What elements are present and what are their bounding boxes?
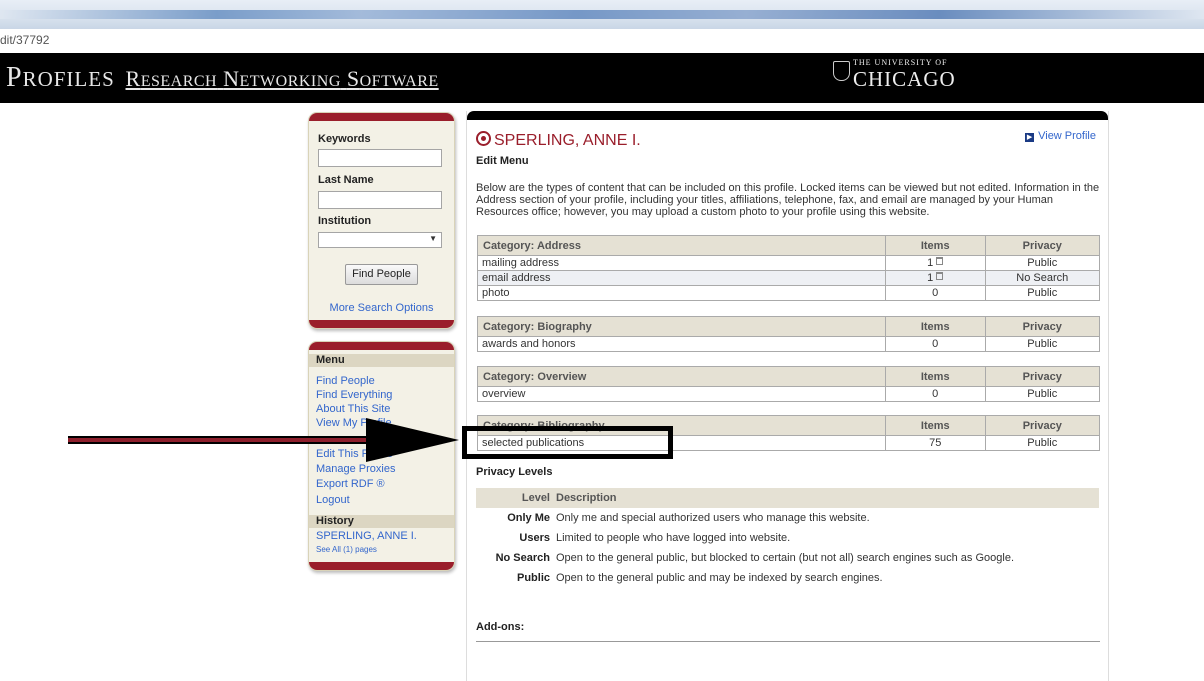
table-row[interactable]: mailing address 1 Public bbox=[477, 255, 1100, 271]
row-items: 0 bbox=[884, 386, 986, 402]
menu-find-everything[interactable]: Find Everything bbox=[316, 389, 392, 401]
annotation-highlight-box bbox=[462, 426, 673, 459]
row-label[interactable]: awards and honors bbox=[477, 336, 886, 352]
university-seal-icon bbox=[833, 61, 850, 81]
lastname-input[interactable] bbox=[318, 191, 442, 209]
edit-description: Below are the types of content that can … bbox=[476, 182, 1100, 218]
row-label[interactable]: email address bbox=[477, 270, 886, 286]
table-row[interactable]: overview 0 Public bbox=[477, 386, 1100, 402]
category-table-address: Category: Address Items Privacy mailing ad… bbox=[477, 235, 1100, 301]
institution-select[interactable]: ▼ bbox=[318, 232, 442, 248]
privacy-row: No Search Open to the general public, but… bbox=[495, 552, 1015, 564]
annotation-arrow-icon bbox=[366, 418, 459, 462]
category-heading: Category: Overview bbox=[477, 366, 886, 387]
privacy-levels-table: Level Description Only Me Only me and spec… bbox=[476, 488, 1099, 588]
table-row[interactable]: awards and honors 0 Public bbox=[477, 336, 1100, 352]
menu-manage-proxies[interactable]: Manage Proxies bbox=[316, 463, 396, 475]
items-header: Items bbox=[885, 415, 986, 436]
keywords-label: Keywords bbox=[318, 133, 371, 145]
main-content: SPERLING, ANNE I. ▶ View Profile Edit Men… bbox=[466, 111, 1109, 681]
category-table-overview: Category: Overview Items Privacy overview 0… bbox=[477, 366, 1100, 402]
privacy-header: Privacy bbox=[984, 415, 1101, 436]
dropdown-arrow-icon: ▼ bbox=[429, 234, 437, 243]
menu-logout[interactable]: Logout bbox=[316, 494, 350, 506]
uc-line-2: CHICAGO bbox=[853, 67, 956, 91]
row-privacy: Public bbox=[984, 435, 1101, 451]
description-header: Description bbox=[556, 488, 1099, 508]
see-all-link[interactable]: See All (1) pages bbox=[316, 545, 377, 554]
lock-icon bbox=[936, 272, 944, 280]
history-heading: History bbox=[309, 515, 454, 528]
url-text: dit/37792 bbox=[0, 33, 50, 47]
find-people-button[interactable]: Find People bbox=[345, 264, 418, 285]
lock-icon bbox=[936, 257, 944, 265]
profiles-logo[interactable]: PROFILES RESEARCH NETWORKING SOFTWARE bbox=[6, 62, 439, 94]
row-privacy: No Search bbox=[984, 270, 1100, 286]
addons-divider bbox=[476, 641, 1100, 642]
row-privacy: Public bbox=[984, 386, 1100, 402]
menu-find-people[interactable]: Find People bbox=[316, 375, 375, 387]
addons-heading: Add-ons: bbox=[476, 621, 525, 633]
page-title: SPERLING, ANNE I. bbox=[476, 131, 641, 150]
row-privacy: Public bbox=[984, 336, 1100, 352]
edit-menu-heading: Edit Menu bbox=[476, 155, 529, 167]
privacy-header: Privacy bbox=[984, 235, 1100, 256]
row-privacy: Public bbox=[984, 255, 1100, 271]
items-header: Items bbox=[884, 316, 986, 337]
row-label[interactable]: overview bbox=[477, 386, 886, 402]
row-privacy: Public bbox=[984, 285, 1100, 301]
category-table-biography: Category: Biography Items Privacy awards a… bbox=[477, 316, 1100, 352]
play-icon: ▶ bbox=[1025, 133, 1035, 142]
keywords-input[interactable] bbox=[318, 149, 442, 167]
table-row[interactable]: photo 0 Public bbox=[477, 285, 1100, 301]
more-search-options-link[interactable]: More Search Options bbox=[309, 302, 454, 314]
blurred-title bbox=[0, 10, 1204, 19]
items-header: Items bbox=[884, 366, 986, 387]
table-row[interactable]: email address 1 No Search bbox=[477, 270, 1100, 286]
uc-line-1: THE UNIVERSITY OF bbox=[853, 58, 948, 67]
lastname-label: Last Name bbox=[318, 174, 374, 186]
annotation-arrow-shaft bbox=[68, 436, 368, 444]
search-panel: Keywords Last Name Institution ▼ Find Pe… bbox=[308, 112, 455, 329]
privacy-row: Users Limited to people who have logged i… bbox=[519, 532, 791, 544]
privacy-header: Privacy bbox=[984, 316, 1100, 337]
site-header: PROFILES RESEARCH NETWORKING SOFTWARE TH… bbox=[0, 53, 1204, 103]
category-heading: Category: Biography bbox=[477, 316, 886, 337]
privacy-row: Public Open to the general public and may… bbox=[516, 572, 883, 584]
menu-heading: Menu bbox=[309, 354, 454, 367]
menu-export-rdf[interactable]: Export RDF ® bbox=[316, 478, 385, 490]
items-header: Items bbox=[884, 235, 986, 256]
row-items: 75 bbox=[885, 435, 986, 451]
menu-about-site[interactable]: About This Site bbox=[316, 403, 390, 415]
privacy-row: Only Me Only me and special authorized us… bbox=[507, 512, 870, 524]
institution-label: Institution bbox=[318, 215, 372, 227]
history-item[interactable]: SPERLING, ANNE I. bbox=[316, 530, 417, 542]
privacy-levels-heading: Privacy Levels bbox=[476, 466, 553, 478]
view-profile-link[interactable]: ▶ View Profile bbox=[1025, 130, 1096, 142]
level-header: Level bbox=[476, 488, 556, 508]
person-target-icon bbox=[476, 131, 491, 146]
row-items: 0 bbox=[884, 336, 986, 352]
privacy-header: Privacy bbox=[984, 366, 1100, 387]
row-items: 0 bbox=[884, 285, 986, 301]
address-bar[interactable]: dit/37792 bbox=[0, 29, 1204, 54]
category-heading: Category: Address bbox=[477, 235, 886, 256]
row-label[interactable]: mailing address bbox=[477, 255, 886, 271]
window-titlebar bbox=[0, 0, 1204, 29]
row-label[interactable]: photo bbox=[477, 285, 886, 301]
